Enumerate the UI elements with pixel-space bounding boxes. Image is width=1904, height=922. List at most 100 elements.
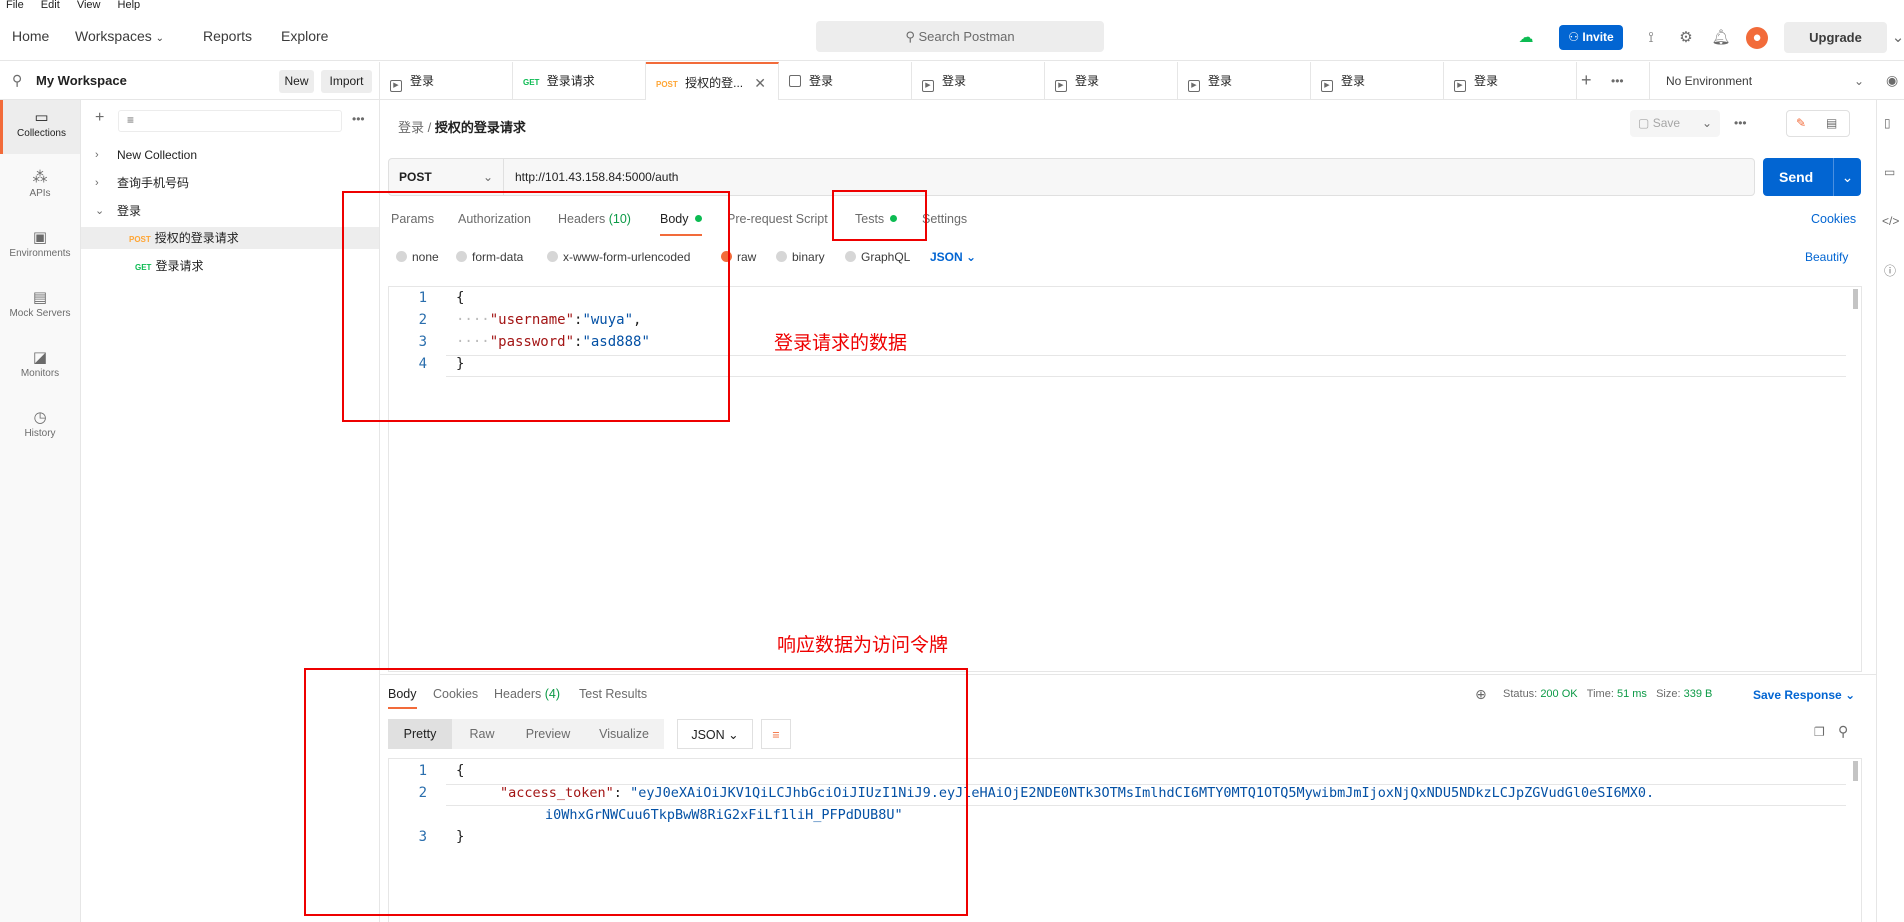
scrollbar[interactable] <box>1853 761 1858 781</box>
tree-item-new-collection[interactable]: › New Collection <box>81 144 379 166</box>
request-tab[interactable]: ▶ 登录 <box>912 62 1045 100</box>
more-icon[interactable]: ••• <box>1611 74 1624 88</box>
rail-item-apis[interactable]: ⁂ APIs <box>0 160 80 214</box>
eye-icon[interactable]: ◉ <box>1886 72 1898 89</box>
size-value[interactable]: 339 B <box>1684 688 1713 700</box>
save-response-button[interactable]: Save Response ⌄ <box>1753 688 1855 702</box>
chevron-down-icon: ⌄ <box>1853 74 1864 88</box>
radio-label: GraphQL <box>861 250 911 264</box>
more-icon[interactable]: ••• <box>352 112 365 126</box>
gear-icon[interactable]: ⚙ <box>1675 27 1697 49</box>
tab-prerequest-script[interactable]: Pre-request Script <box>727 212 828 226</box>
tab-label: 授权的登... <box>685 76 744 90</box>
send-label: Send <box>1779 169 1814 185</box>
import-button[interactable]: Import <box>321 70 372 93</box>
rail-item-collections[interactable]: ▭ Collections <box>0 100 80 154</box>
close-icon[interactable]: ✕ <box>754 64 766 100</box>
request-tab[interactable]: GET 登录请求 <box>513 62 646 100</box>
radio-binary[interactable]: binary <box>776 250 825 264</box>
tree-item-auth-login-request[interactable]: POST 授权的登录请求 <box>81 227 379 249</box>
rail-item-monitors[interactable]: ◪ Monitors <box>0 340 80 394</box>
chevron-down-icon[interactable]: ⌄ <box>1887 27 1904 49</box>
more-icon[interactable]: ••• <box>1734 116 1747 130</box>
search-placeholder: Search Postman <box>918 29 1015 44</box>
url-input[interactable]: http://101.43.158.84:5000/auth <box>515 159 678 195</box>
environment-select[interactable]: No Environment ⌄ <box>1649 62 1876 100</box>
tree-label: 登录请求 <box>155 259 204 273</box>
rail-item-environments[interactable]: ▣ Environments <box>0 220 80 274</box>
beautify-link[interactable]: Beautify <box>1805 250 1848 264</box>
search-input[interactable]: ⚲ Search Postman <box>816 21 1104 52</box>
save-button[interactable]: ▢ Save ⌄ <box>1630 110 1720 137</box>
menu-view[interactable]: View <box>77 0 101 10</box>
info-icon[interactable]: ⓘ <box>1884 262 1896 279</box>
request-icon: ▶ <box>1188 80 1200 92</box>
annotation-request-data: 登录请求的数据 <box>774 333 908 354</box>
menu-edit[interactable]: Edit <box>41 0 60 10</box>
tab-settings[interactable]: Settings <box>922 212 967 226</box>
breadcrumb-current[interactable]: 授权的登录请求 <box>435 120 526 135</box>
tree-item-login[interactable]: ⌄ 登录 <box>81 200 379 222</box>
tab-label: 登录 <box>1075 74 1100 88</box>
tree-item-phone-query[interactable]: › 查询手机号码 <box>81 172 379 194</box>
time-value[interactable]: 51 ms <box>1617 688 1647 700</box>
annotation-box-response <box>304 668 968 916</box>
upgrade-button[interactable]: Upgrade <box>1784 22 1887 53</box>
search-icon[interactable]: ⚲ <box>1838 723 1848 740</box>
save-response-label: Save Response <box>1753 688 1842 702</box>
status-value[interactable]: 200 OK <box>1540 688 1577 700</box>
workspace-name[interactable]: My Workspace <box>36 73 127 88</box>
chevron-down-icon: ⌄ <box>482 170 493 184</box>
avatar[interactable]: ● <box>1746 27 1768 49</box>
chevron-right-icon: › <box>95 177 99 189</box>
method-select[interactable]: POST ⌄ <box>389 159 504 195</box>
cloud-sync-icon[interactable]: ☁ <box>1515 27 1537 49</box>
filter-input[interactable]: ≡ <box>118 110 342 132</box>
bell-icon[interactable]: 🔔︎ <box>1710 27 1732 49</box>
tab-label: 登录 <box>942 74 967 88</box>
documentation-icon[interactable]: ▯ <box>1884 116 1891 130</box>
rail-label: Collections <box>17 128 66 139</box>
chevron-down-icon[interactable]: ⌄ <box>1833 158 1861 196</box>
nav-reports[interactable]: Reports <box>203 28 252 44</box>
globe-icon[interactable]: ⊕ <box>1475 686 1487 703</box>
menu-help[interactable]: Help <box>118 0 141 10</box>
add-tab-icon[interactable]: + <box>1581 70 1592 91</box>
code-icon[interactable]: </> <box>1882 214 1899 228</box>
scrollbar[interactable] <box>1853 289 1858 309</box>
chevron-down-icon: ⌄ <box>1845 688 1856 702</box>
status-label: Status: <box>1503 688 1538 700</box>
radio-graphql[interactable]: GraphQL <box>845 250 910 264</box>
format-select[interactable]: JSON ⌄ <box>930 250 976 264</box>
edit-icon[interactable]: ✎ <box>1796 116 1806 130</box>
rail-item-history[interactable]: ◷ History <box>0 400 80 454</box>
rail-item-mock-servers[interactable]: ▤ Mock Servers <box>0 280 80 334</box>
tree-label: 查询手机号码 <box>117 176 190 190</box>
nav-workspaces[interactable]: Workspaces ⌄ <box>75 28 164 44</box>
new-button[interactable]: New <box>279 70 314 93</box>
satellite-icon[interactable]: ⟟ <box>1640 27 1662 49</box>
comment-icon[interactable]: ▤ <box>1826 116 1837 130</box>
request-tab[interactable]: ▶ 登录 <box>1444 62 1577 100</box>
nav-home[interactable]: Home <box>12 28 49 44</box>
comments-icon[interactable]: ▭ <box>1884 165 1895 179</box>
request-tab[interactable]: 登录 <box>779 62 912 100</box>
nav-workspaces-label: Workspaces <box>75 28 152 44</box>
request-tab[interactable]: ▶ 登录 <box>380 62 513 100</box>
method-badge: GET <box>135 263 152 272</box>
request-tab[interactable]: ▶ 登录 <box>1045 62 1178 100</box>
radio-circle <box>845 251 856 262</box>
nav-explore[interactable]: Explore <box>281 28 328 44</box>
request-tabs: ▶ 登录 GET 登录请求 POST 授权的登... ✕ 登录 ▶ 登录 ▶ 登录 ▶ 登… <box>380 62 1904 100</box>
copy-icon[interactable]: ❐ <box>1814 725 1825 739</box>
breadcrumb-parent[interactable]: 登录 <box>398 120 424 135</box>
cookies-link[interactable]: Cookies <box>1811 212 1856 226</box>
tree-item-login-request[interactable]: GET 登录请求 <box>81 255 379 277</box>
request-tab-active[interactable]: POST 授权的登... ✕ <box>646 62 779 100</box>
request-tab[interactable]: ▶ 登录 <box>1311 62 1444 100</box>
menu-file[interactable]: File <box>6 0 24 10</box>
send-button[interactable]: Send ⌄ <box>1763 158 1861 196</box>
add-icon[interactable]: + <box>95 109 104 127</box>
request-tab[interactable]: ▶ 登录 <box>1178 62 1311 100</box>
invite-button[interactable]: ⚇ Invite <box>1559 25 1623 50</box>
